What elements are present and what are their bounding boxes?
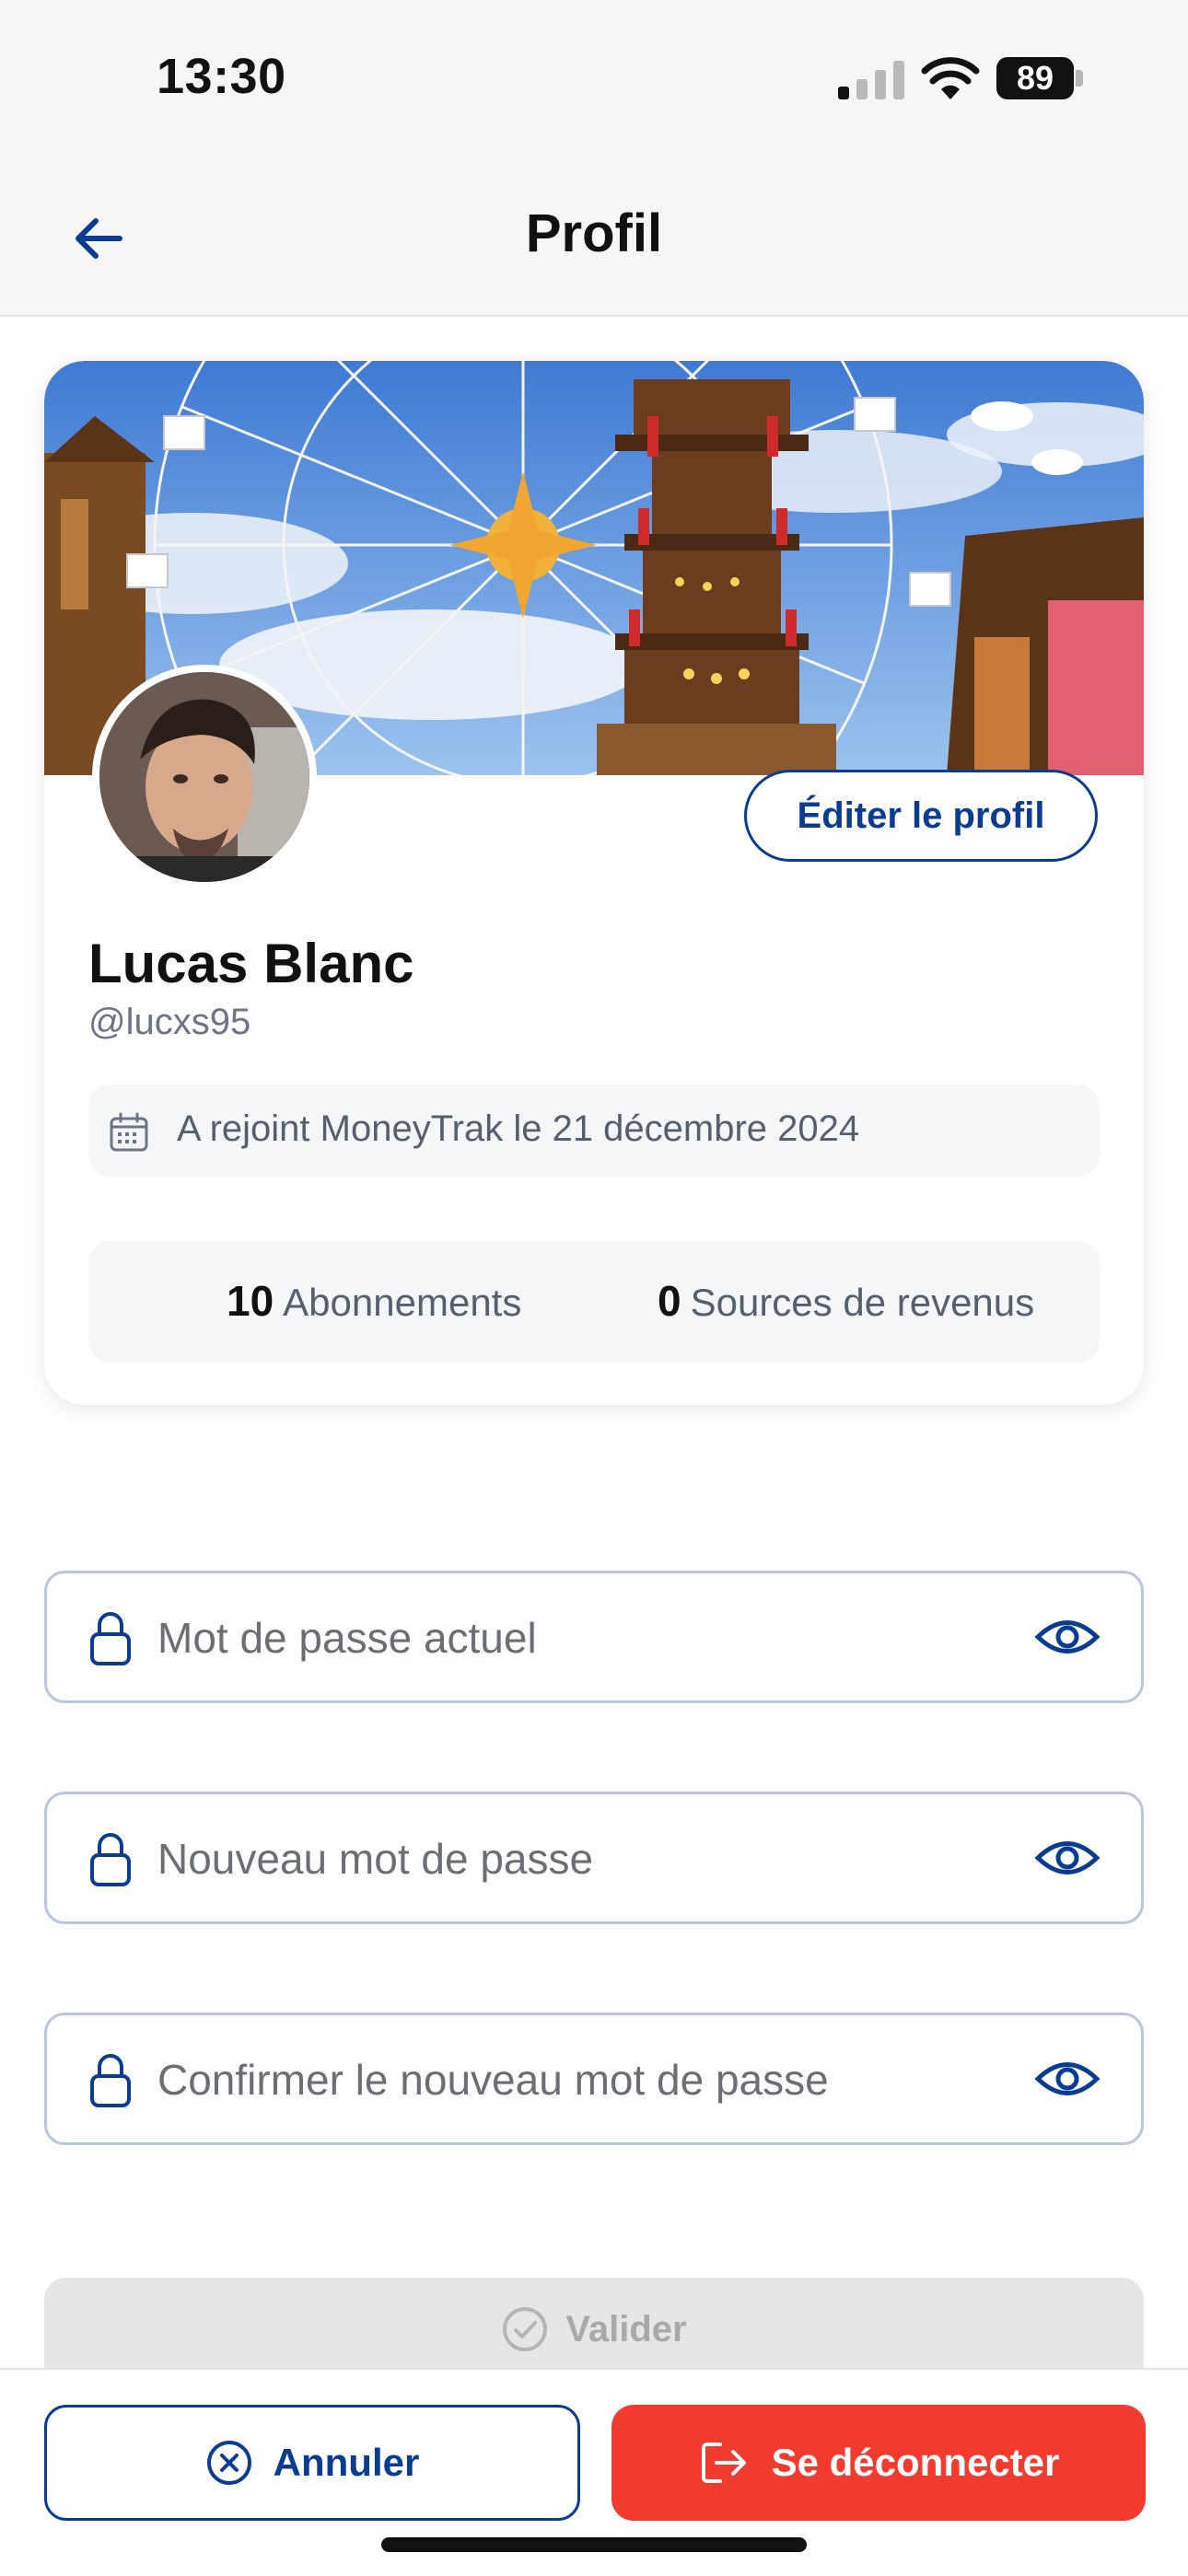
new-password-input[interactable]	[156, 1794, 970, 1923]
profile-name: Lucas Blanc	[88, 933, 414, 994]
income-count: 0	[658, 1277, 681, 1325]
new-password-field	[44, 1792, 1144, 1924]
current-password-input[interactable]	[156, 1573, 970, 1702]
check-circle-icon	[503, 2307, 548, 2351]
subscriptions-count: 10	[227, 1277, 274, 1325]
logout-icon	[701, 2443, 746, 2483]
profile-stats: 10 Abonnements 0 Sources de revenus	[88, 1241, 1100, 1363]
calendar-icon	[110, 1112, 148, 1152]
wifi-icon	[921, 57, 980, 99]
eye-icon[interactable]	[1034, 1835, 1101, 1881]
stat-income-sources[interactable]: 0 Sources de revenus	[658, 1276, 1034, 1326]
eye-icon[interactable]	[1034, 2056, 1101, 2102]
status-time: 13:30	[157, 49, 286, 104]
edit-profile-button[interactable]: Éditer le profil	[744, 770, 1098, 862]
lock-icon	[90, 1612, 131, 1665]
cancel-button[interactable]: Annuler	[44, 2405, 580, 2521]
subscriptions-label: Abonnements	[283, 1281, 522, 1324]
logout-button[interactable]: Se déconnecter	[611, 2405, 1146, 2521]
submit-label: Valider	[565, 2308, 687, 2350]
lock-icon	[90, 2054, 131, 2107]
home-indicator	[381, 2537, 807, 2552]
income-label: Sources de revenus	[690, 1281, 1035, 1324]
page-title: Profil	[525, 203, 663, 263]
logout-label: Se déconnecter	[771, 2441, 1060, 2484]
status-bar: 13:30 89	[0, 0, 1188, 166]
joined-date-row: A rejoint MoneyTrak le 21 décembre 2024	[88, 1085, 1100, 1177]
profile-handle: @lucxs95	[88, 1002, 251, 1042]
confirm-password-field	[44, 2013, 1144, 2145]
lock-icon	[90, 1833, 131, 1886]
confirm-password-input[interactable]	[156, 2015, 970, 2144]
avatar[interactable]	[92, 665, 317, 889]
joined-date-text: A rejoint MoneyTrak le 21 décembre 2024	[177, 1108, 860, 1149]
battery-icon: 89	[996, 57, 1083, 99]
stat-subscriptions[interactable]: 10 Abonnements	[227, 1276, 521, 1326]
profile-card: Éditer le profil Lucas Blanc @lucxs95 A …	[44, 361, 1144, 1405]
cancel-label: Annuler	[273, 2441, 420, 2484]
eye-icon[interactable]	[1034, 1614, 1101, 1660]
cellular-signal-icon	[838, 61, 904, 99]
current-password-field	[44, 1571, 1144, 1703]
battery-level: 89	[1016, 59, 1054, 97]
close-circle-icon	[206, 2441, 251, 2485]
nav-bar: Profil	[0, 166, 1188, 317]
